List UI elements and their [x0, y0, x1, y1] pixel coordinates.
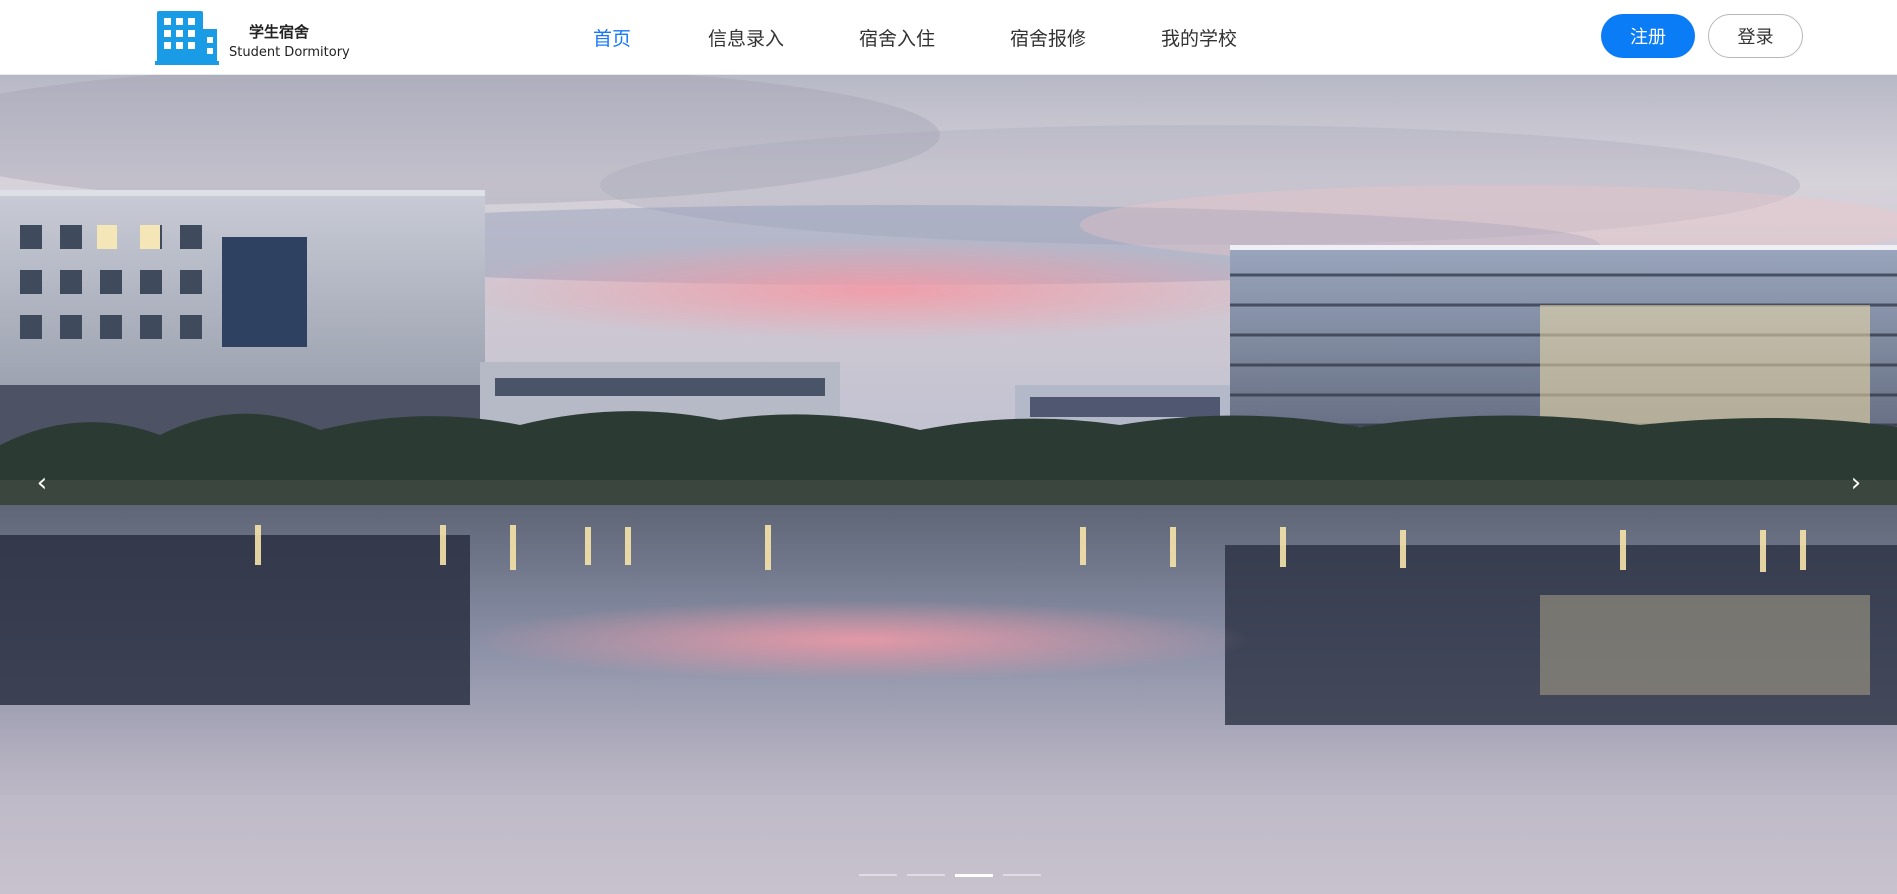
campus-lake-photo [0, 75, 1897, 894]
hero-carousel[interactable]: ‹ › [0, 75, 1897, 894]
nav-item-dorm-repair[interactable]: 宿舍报修 [1010, 24, 1086, 51]
chevron-left-icon[interactable]: ‹ [27, 463, 57, 503]
nav-item-dorm-checkin[interactable]: 宿舍入住 [859, 24, 935, 51]
carousel-indicators [859, 870, 1044, 882]
brand-name-cn: 学生宿舍 [249, 23, 310, 41]
building-icon [155, 11, 219, 65]
carousel-indicator-2[interactable] [907, 874, 945, 876]
brand-name-en: Student Dormitory [229, 45, 350, 60]
carousel-indicator-4[interactable] [1003, 874, 1041, 876]
carousel-indicator-3[interactable] [955, 874, 993, 877]
nav-item-my-school[interactable]: 我的学校 [1161, 24, 1237, 51]
carousel-indicator-1[interactable] [859, 874, 897, 876]
login-button[interactable]: 登录 [1708, 14, 1803, 58]
chevron-right-icon[interactable]: › [1841, 463, 1871, 503]
top-navbar: 学生宿舍 Student Dormitory 首页 信息录入 宿舍入住 宿舍报修… [0, 0, 1897, 75]
brand-logo[interactable]: 学生宿舍 Student Dormitory [155, 5, 350, 65]
register-button[interactable]: 注册 [1601, 14, 1695, 58]
nav-item-info-entry[interactable]: 信息录入 [708, 24, 784, 51]
nav-item-home[interactable]: 首页 [593, 24, 631, 51]
